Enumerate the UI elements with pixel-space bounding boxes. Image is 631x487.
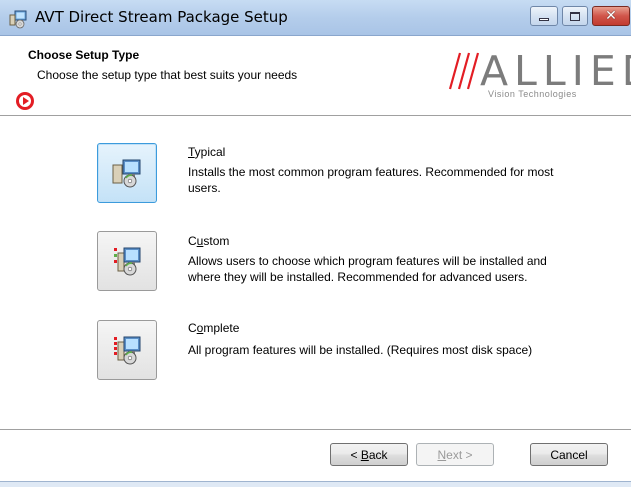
window-bottom-border	[0, 481, 631, 487]
complete-title: Complete	[188, 321, 239, 335]
logo-slashes-icon	[448, 52, 480, 90]
logo-tagline: Vision Technologies	[488, 89, 577, 99]
maximize-icon	[570, 11, 580, 21]
back-mnemonic: B	[360, 447, 369, 462]
next-button[interactable]: Next >	[416, 443, 494, 466]
typical-setup-button[interactable]	[97, 143, 157, 203]
close-icon: ✕	[605, 8, 617, 24]
typical-description: Installs the most common program feature…	[188, 165, 554, 195]
custom-title: Custom	[188, 234, 229, 248]
maximize-button[interactable]	[562, 6, 588, 26]
typical-title: Typical	[188, 145, 225, 159]
custom-description: Allows users to choose which program fea…	[188, 254, 547, 284]
custom-setup-button[interactable]	[97, 231, 157, 291]
complete-setup-button[interactable]	[97, 320, 157, 380]
cancel-button[interactable]: Cancel	[530, 443, 608, 466]
setup-package-icon	[9, 10, 27, 29]
back-prefix: <	[350, 447, 361, 462]
allied-vision-logo: ALLIED Vision Technologies	[438, 45, 631, 103]
red-play-badge-icon	[16, 92, 34, 110]
footer-divider-highlight	[0, 430, 631, 431]
complete-title-rest: mplete	[203, 321, 240, 335]
close-button[interactable]: ✕	[592, 6, 630, 26]
page-subtitle: Choose the setup type that best suits yo…	[37, 68, 298, 82]
complete-description: All program features will be installed. …	[188, 343, 533, 357]
back-button[interactable]: < Back	[330, 443, 408, 466]
custom-title-rest: stom	[203, 234, 230, 248]
typical-title-rest: ypical	[194, 145, 226, 159]
custom-title-prefix: C	[188, 234, 197, 248]
back-rest: ack	[368, 447, 388, 462]
page-title: Choose Setup Type	[28, 48, 140, 62]
next-mnemonic: N	[437, 447, 447, 462]
minimize-icon	[539, 17, 549, 21]
minimize-button[interactable]	[530, 6, 558, 26]
setup-header: Choose Setup Type Choose the setup type …	[0, 37, 631, 116]
custom-install-icon	[114, 247, 141, 276]
window-title: AVT Direct Stream Package Setup	[35, 8, 288, 26]
typical-install-icon	[112, 159, 141, 188]
next-rest: ext >	[446, 447, 473, 462]
typical-mnemonic: T	[188, 145, 195, 159]
complete-install-icon	[114, 336, 141, 365]
title-bar: AVT Direct Stream Package Setup ✕	[0, 0, 631, 36]
complete-title-prefix: C	[188, 321, 197, 335]
logo-wordmark: ALLIED	[480, 47, 631, 95]
